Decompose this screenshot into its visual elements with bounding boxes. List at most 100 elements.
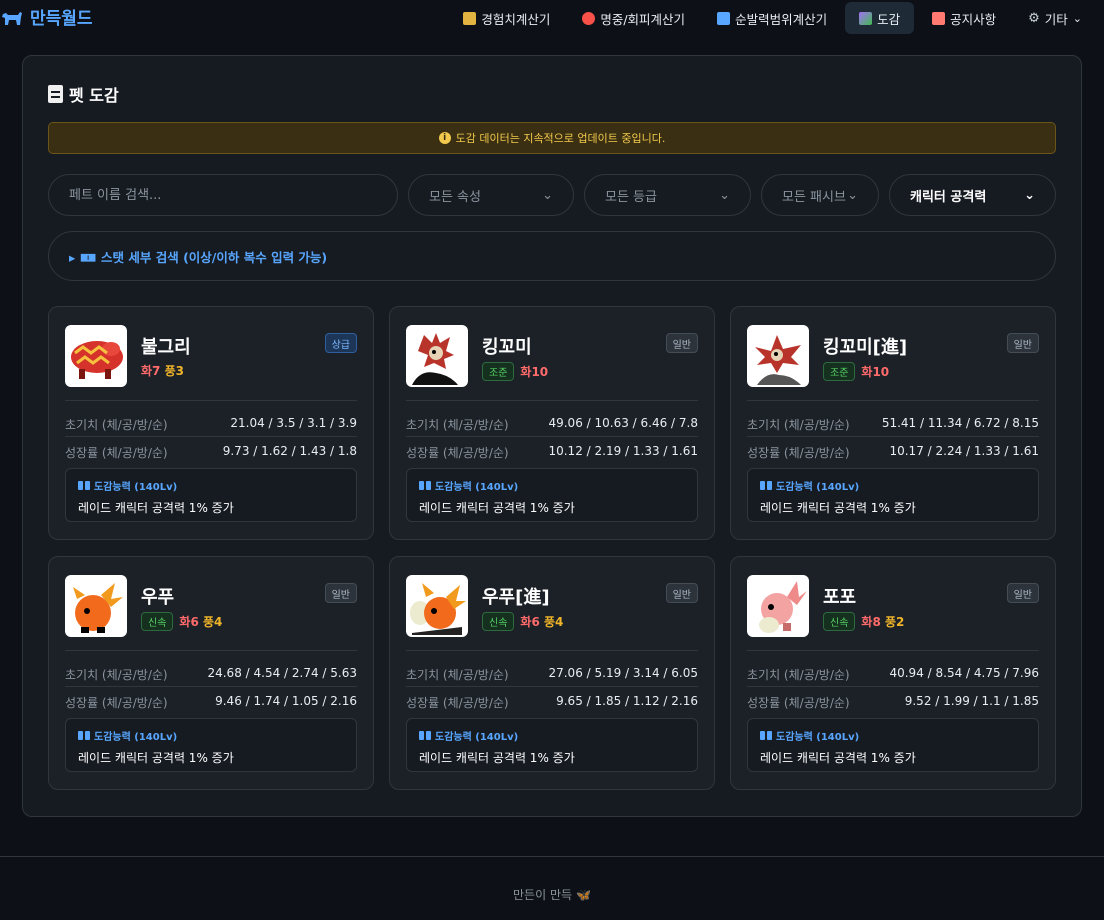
pet-tags: 신속 화6 풍4 (141, 612, 222, 631)
pet-tags: 조준 화10 (823, 362, 889, 381)
pet-name: 우푸 (141, 587, 175, 608)
ability-box: 도감능력 (140Lv) 레이드 캐릭터 공격력 1% 증가 (65, 718, 357, 772)
document-icon (48, 85, 63, 103)
grade-badge: 일반 (324, 583, 357, 603)
nav-item-etc[interactable]: ⚙ 기타 ⌄ (1014, 2, 1096, 34)
growth-values: 9.46 / 1.74 / 1.05 / 2.16 (215, 694, 357, 708)
growth-label: 성장률 (체/공/방/순) (65, 446, 168, 460)
type-badge: 신속 (823, 612, 856, 631)
passive-select-value: 모든 패시브 (782, 189, 846, 205)
growth-label: 성장률 (체/공/방/순) (747, 446, 850, 460)
initial-label: 초기치 (체/공/방/순) (406, 418, 509, 432)
pet-card[interactable]: 킹꼬미[進] 일반 조준 화10 초기치 (체/공/방/순) 51.41 / 1… (730, 306, 1056, 540)
grade-badge: 상급 (324, 333, 357, 353)
ability-title: 도감능력 (140Lv) (435, 732, 519, 743)
ability-description: 레이드 캐릭터 공격력 1% 증가 (760, 751, 916, 765)
growth-values: 9.52 / 1.99 / 1.1 / 1.85 (904, 694, 1039, 708)
ability-title: 도감능력 (140Lv) (776, 482, 860, 493)
advanced-search-label: ▸ 🀰 스탯 세부 검색 (이상/이하 복수 입력 가능) (69, 249, 328, 265)
nav-item-label: 기타 (1044, 11, 1068, 27)
search-field[interactable] (48, 174, 398, 216)
pet-card[interactable]: 우푸[進] 일반 신속 화6 풍4 초기치 (체/공/방/순) 27.06 / … (389, 556, 715, 790)
type-badge: 신속 (482, 612, 515, 631)
ability-select[interactable]: 캐릭터 공격력 ⌄ (889, 174, 1056, 216)
footer: 만든이 만득 🦋 (0, 886, 1104, 903)
chevron-down-icon: ⌄ (847, 187, 858, 203)
initial-label: 초기치 (체/공/방/순) (65, 418, 168, 432)
pet-card[interactable]: 포포 일반 신속 화8 풍2 초기치 (체/공/방/순) 40.94 / 8.5… (730, 556, 1056, 790)
grade-badge: 일반 (665, 333, 698, 353)
ability-description: 레이드 캐릭터 공격력 1% 증가 (419, 501, 575, 515)
pet-tags: 신속 화6 풍4 (482, 612, 563, 631)
pet-card[interactable]: 킹꼬미 일반 조준 화10 초기치 (체/공/방/순) 49.06 / 10.6… (389, 306, 715, 540)
growth-stats-row: 성장률 (체/공/방/순) 9.73 / 1.62 / 1.43 / 1.8 (65, 444, 357, 461)
ability-box: 도감능력 (140Lv) 레이드 캐릭터 공격력 1% 증가 (747, 718, 1039, 772)
element-select[interactable]: 모든 속성 ⌄ (408, 174, 574, 216)
ability-description: 레이드 캐릭터 공격력 1% 증가 (78, 501, 234, 515)
growth-values: 10.12 / 2.19 / 1.33 / 1.61 (548, 444, 698, 458)
pet-tags: 신속 화8 풍2 (823, 612, 904, 631)
grade-select-value: 모든 등급 (605, 189, 657, 205)
element-stats: 화8 풍2 (861, 615, 905, 629)
growth-stats-row: 성장률 (체/공/방/순) 9.52 / 1.99 / 1.1 / 1.85 (747, 694, 1039, 711)
nav-item-label: 순발력범위계산기 (735, 11, 828, 27)
nav-item-notice[interactable]: 공지사항 (918, 2, 1010, 34)
nav-item-accuracy-calculator[interactable]: 명중/회피계산기 (568, 2, 699, 34)
chevron-down-icon: ⌄ (1024, 187, 1035, 203)
ability-title: 도감능력 (140Lv) (776, 732, 860, 743)
palette-icon (859, 11, 873, 25)
book-icon (760, 731, 772, 740)
divider (65, 686, 357, 687)
element-stats: 화10 (520, 365, 549, 379)
nav-menu: 경험치계산기 명중/회피계산기 순발력범위계산기 도감 공지사항 ⚙ 기타 ⌄ (449, 2, 1096, 34)
pet-card[interactable]: 불그리 상급 화7 풍3 초기치 (체/공/방/순) 21.04 / 3.5 /… (48, 306, 374, 540)
growth-label: 성장률 (체/공/방/순) (406, 446, 509, 460)
pet-thumbnail (747, 325, 809, 387)
passive-select[interactable]: 모든 패시브 ⌄ (761, 174, 879, 216)
divider (747, 650, 1039, 651)
book-icon (78, 731, 90, 740)
pet-name: 우푸[進] (482, 587, 550, 608)
initial-stats-row: 초기치 (체/공/방/순) 40.94 / 8.54 / 4.75 / 7.96 (747, 666, 1039, 683)
update-notice: i 도감 데이터는 지속적으로 업데이트 중입니다. (48, 122, 1056, 154)
ability-select-value: 캐릭터 공격력 (910, 189, 987, 205)
element-stats: 화10 (861, 365, 890, 379)
growth-values: 9.65 / 1.85 / 1.12 / 2.16 (556, 694, 698, 708)
pet-search-input[interactable] (69, 187, 377, 203)
ability-box: 도감능력 (140Lv) 레이드 캐릭터 공격력 1% 증가 (747, 468, 1039, 522)
nav-item-encyclopedia[interactable]: 도감 (845, 2, 915, 34)
ability-title: 도감능력 (140Lv) (94, 732, 178, 743)
megaphone-icon (932, 11, 946, 25)
growth-stats-row: 성장률 (체/공/방/순) 9.65 / 1.85 / 1.12 / 2.16 (406, 694, 698, 711)
page-title-text: 펫 도감 (69, 86, 119, 105)
initial-stats-row: 초기치 (체/공/방/순) 27.06 / 5.19 / 3.14 / 6.05 (406, 666, 698, 683)
wing-icon: 🦋 (576, 888, 591, 902)
growth-stats-row: 성장률 (체/공/방/순) 10.17 / 2.24 / 1.33 / 1.61 (747, 444, 1039, 461)
pet-name: 포포 (823, 587, 857, 608)
pet-name: 킹꼬미[進] (823, 337, 908, 358)
element-select-value: 모든 속성 (429, 189, 481, 205)
advanced-stat-search-toggle[interactable]: ▸ 🀰 스탯 세부 검색 (이상/이하 복수 입력 가능) (48, 231, 1056, 281)
footer-divider (0, 856, 1104, 857)
book-icon (760, 481, 772, 490)
ability-description: 레이드 캐릭터 공격력 1% 증가 (78, 751, 234, 765)
pet-thumbnail (65, 575, 127, 637)
grade-badge: 일반 (1006, 333, 1039, 353)
book-icon (419, 481, 431, 490)
type-badge: 조준 (482, 362, 515, 381)
pet-card[interactable]: 우푸 일반 신속 화6 풍4 초기치 (체/공/방/순) 24.68 / 4.5… (48, 556, 374, 790)
info-icon: i (438, 132, 451, 144)
divider (406, 436, 698, 437)
nav-item-exp-calculator[interactable]: 경험치계산기 (449, 2, 564, 34)
nav-item-agility-calculator[interactable]: 순발력범위계산기 (703, 2, 841, 34)
target-icon (582, 11, 596, 25)
divider (406, 686, 698, 687)
chevron-down-icon: ⌄ (1072, 11, 1082, 25)
brand[interactable]: 만득월드 (0, 4, 93, 29)
chevron-down-icon: ⌄ (719, 187, 730, 203)
gear-icon: ⚙ (1028, 10, 1040, 26)
pet-thumbnail (747, 575, 809, 637)
page-title: 펫 도감 (48, 82, 119, 106)
grade-select[interactable]: 모든 등급 ⌄ (584, 174, 751, 216)
growth-label: 성장률 (체/공/방/순) (65, 696, 168, 710)
